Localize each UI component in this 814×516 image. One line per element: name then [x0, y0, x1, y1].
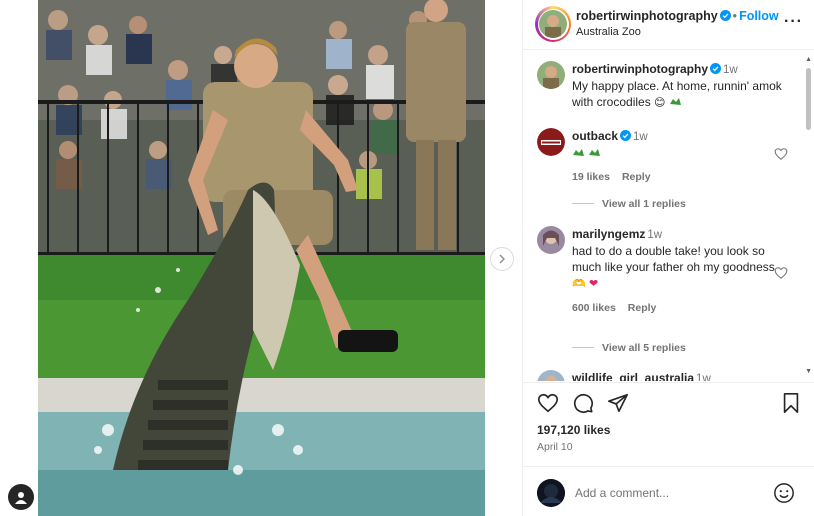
- comment-like-heart-icon[interactable]: [774, 266, 788, 280]
- section-divider: [523, 466, 814, 467]
- verified-icon: [620, 130, 632, 141]
- reply-button[interactable]: Reply: [628, 302, 657, 314]
- comment-body: marilyngemz 1w had to do a double take! y…: [572, 226, 782, 316]
- add-comment-bar: [523, 470, 814, 516]
- comment-meta: 600 likes Reply: [572, 300, 782, 316]
- post-photo[interactable]: [38, 0, 485, 516]
- caption-time: 1w: [723, 64, 738, 76]
- more-options-icon[interactable]: ···: [784, 13, 803, 31]
- author-header-line: robertirwinphotography • Follow: [576, 9, 779, 23]
- crocodile-emoji-icon: [589, 149, 601, 156]
- author-avatar[interactable]: [535, 6, 571, 42]
- share-icon[interactable]: [607, 392, 629, 414]
- post-location[interactable]: Australia Zoo: [576, 26, 641, 38]
- scroll-up-arrow-icon[interactable]: ▲: [805, 56, 812, 63]
- post-header: robertirwinphotography • Follow Australia …: [523, 0, 814, 50]
- author-username[interactable]: robertirwinphotography: [576, 9, 718, 23]
- post-details-panel: robertirwinphotography • Follow Australia …: [522, 0, 814, 516]
- view-replies-button[interactable]: View all 1 replies: [572, 198, 686, 210]
- view-replies-button[interactable]: View all 5 replies: [572, 342, 686, 354]
- comment-username[interactable]: outback: [572, 129, 618, 143]
- comment-icon[interactable]: [572, 392, 594, 414]
- red-heart-emoji-icon: ❤: [589, 277, 599, 290]
- follow-button[interactable]: Follow: [739, 9, 779, 23]
- crocodile-photo: [38, 0, 485, 516]
- caption-avatar[interactable]: [537, 61, 565, 89]
- divider-line: [572, 203, 594, 204]
- comment-body: wildlife_girl_australia 1w: [572, 370, 782, 381]
- crocodile-emoji-icon: [573, 149, 584, 156]
- caption-username[interactable]: robertirwinphotography: [572, 62, 708, 76]
- emoji-icon[interactable]: [773, 482, 795, 504]
- like-count[interactable]: 197,120 likes: [537, 423, 610, 437]
- verified-icon: [710, 63, 721, 74]
- comment-like-heart-icon[interactable]: [774, 147, 788, 161]
- scrollbar-thumb[interactable]: [806, 68, 811, 130]
- save-icon[interactable]: [780, 392, 802, 414]
- comment-body: outback 1w 19 likes Reply: [572, 128, 782, 185]
- comment-meta: 19 likes Reply: [572, 169, 782, 185]
- section-divider: [523, 382, 814, 383]
- comment-time: 1w: [633, 131, 648, 143]
- smiling-face-emoji-icon: 😊: [654, 96, 666, 109]
- comment-time: 1w: [696, 373, 711, 381]
- marilyngemz-avatar[interactable]: [537, 226, 565, 254]
- view-replies-label[interactable]: View all 5 replies: [602, 342, 686, 354]
- view-replies-label[interactable]: View all 1 replies: [602, 198, 686, 210]
- user-icon: [15, 492, 27, 504]
- crocodile-emoji-icon: [669, 98, 681, 105]
- account-avatar-button[interactable]: [8, 484, 34, 510]
- reply-button[interactable]: Reply: [622, 171, 651, 183]
- post-actions: [523, 392, 814, 418]
- author-avatar-image: [539, 10, 567, 38]
- comment-username[interactable]: marilyngemz: [572, 227, 645, 241]
- separator-dot: •: [732, 9, 738, 23]
- heart-hands-emoji-icon: 🫶: [572, 277, 586, 290]
- comment-text: had to do a double take! you look so muc…: [572, 244, 775, 274]
- caption-body: robertirwinphotography 1w My happy place.…: [572, 61, 782, 111]
- next-arrow-icon: [499, 254, 505, 264]
- outback-avatar[interactable]: [537, 128, 565, 156]
- comment-likes[interactable]: 19 likes: [572, 171, 610, 183]
- divider-line: [572, 347, 594, 348]
- wildlife-girl-avatar[interactable]: [537, 370, 565, 381]
- comment-likes[interactable]: 600 likes: [572, 302, 616, 314]
- comment-username[interactable]: wildlife_girl_australia: [572, 371, 694, 381]
- next-photo-button[interactable]: [490, 247, 514, 271]
- scroll-down-arrow-icon[interactable]: ▼: [805, 368, 812, 375]
- verified-icon: [719, 10, 731, 21]
- comment-time: 1w: [647, 229, 663, 241]
- add-comment-input[interactable]: [575, 482, 765, 504]
- current-user-avatar: [537, 479, 565, 507]
- comments-list[interactable]: robertirwinphotography 1w My happy place.…: [523, 51, 814, 381]
- heart-icon[interactable]: [537, 392, 559, 414]
- post-date: April 10: [537, 441, 573, 453]
